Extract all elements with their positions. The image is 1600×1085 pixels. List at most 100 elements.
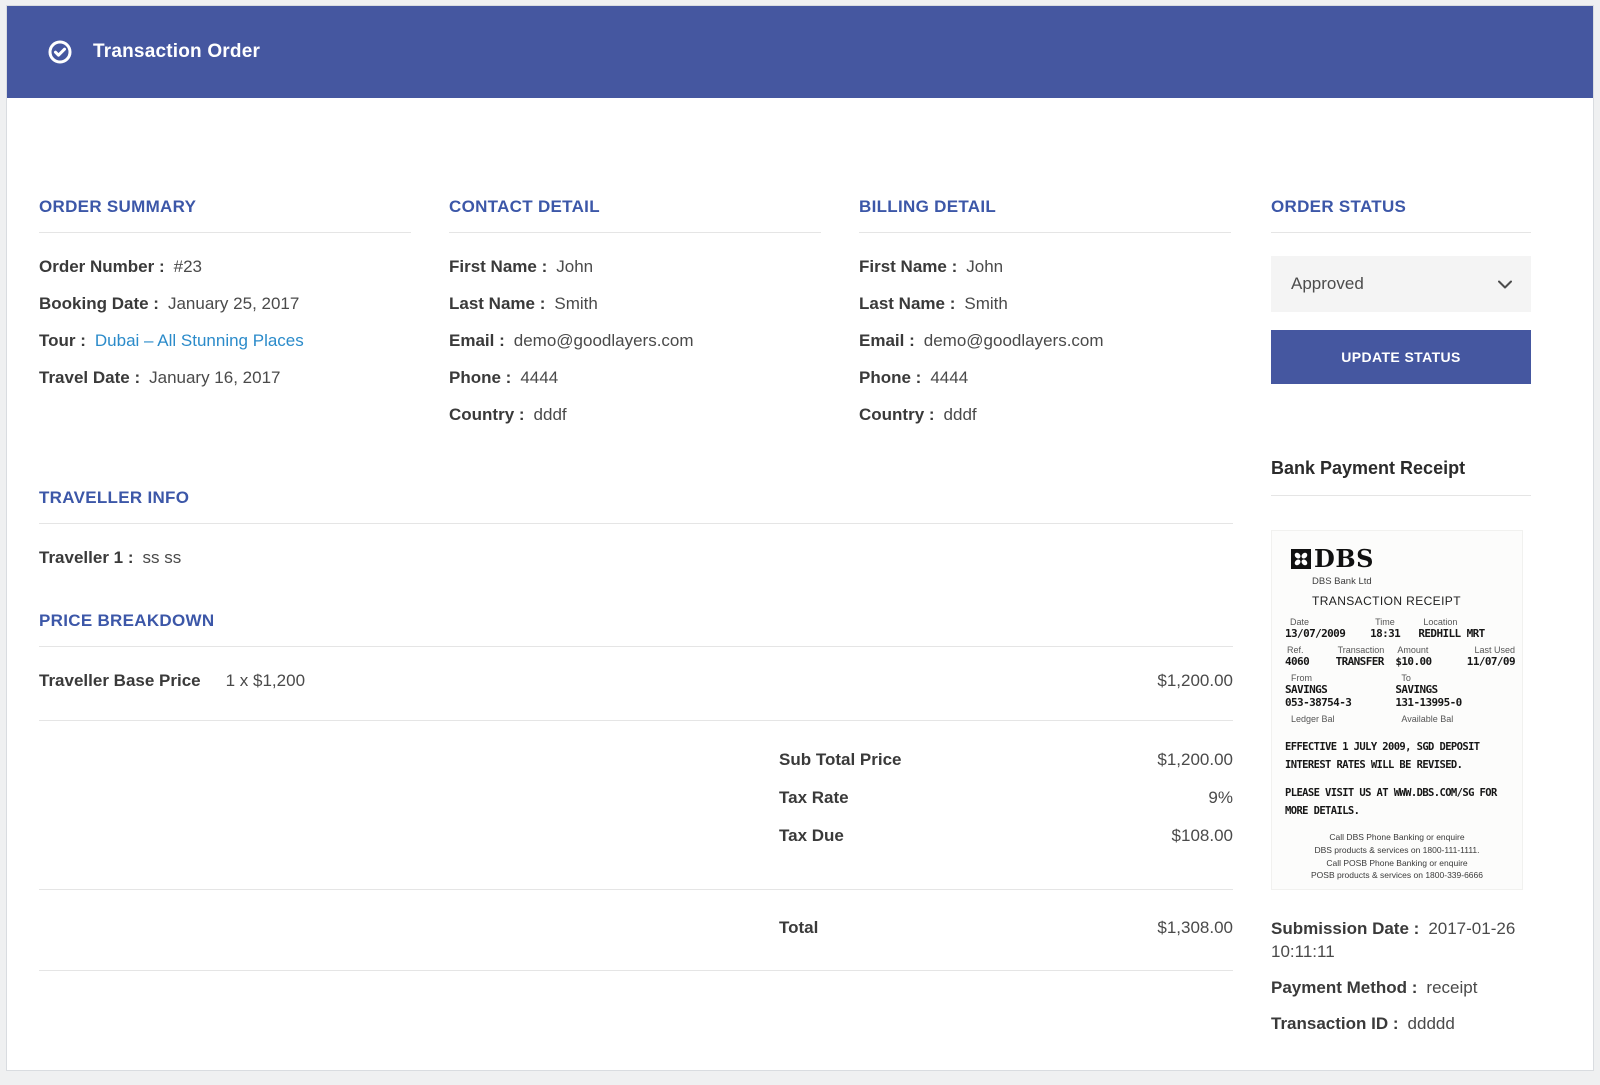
receipt-bank-name: DBS Bank Ltd — [1312, 576, 1523, 587]
last-name-row: Last Name : Smith — [859, 293, 1231, 314]
receipt-notice-1: EFFECTIVE 1 JULY 2009, SGD DEPOSIT INTER… — [1285, 737, 1509, 773]
subtotal-row: Sub Total Price $1,200.00 — [39, 750, 1233, 770]
field-value: 4444 — [520, 368, 558, 387]
receipt-from-to-labels: From To — [1271, 673, 1523, 683]
field-value: 4444 — [930, 368, 968, 387]
line-item-label: Traveller Base Price — [39, 671, 201, 690]
receipt-account-names: SAVINGS SAVINGS — [1271, 683, 1523, 696]
transaction-order-card: Transaction Order ORDER SUMMARY Order Nu… — [6, 5, 1594, 1071]
total-label: Total — [779, 918, 818, 938]
field-value: January 25, 2017 — [168, 294, 299, 313]
field-label: Traveller 1 : — [39, 548, 134, 567]
field-value: #23 — [174, 257, 202, 276]
order-status-section: ORDER STATUS Approved UPDATE STATUS — [1271, 197, 1531, 384]
tour-row: Tour : Dubai – All Stunning Places — [39, 330, 411, 351]
field-value: John — [966, 257, 1003, 276]
receipt-footer: Call DBS Phone Banking or enquire DBS pr… — [1271, 831, 1523, 882]
field-label: Transaction ID : — [1271, 1014, 1399, 1033]
field-label: Phone : — [449, 368, 511, 387]
price-line-item: Traveller Base Price 1 x $1,200 $1,200.00 — [39, 647, 1233, 721]
bank-payment-receipt-section: Bank Payment Receipt — [1271, 458, 1531, 1035]
page-header: Transaction Order — [7, 6, 1593, 98]
field-value: January 16, 2017 — [149, 368, 280, 387]
email-row: Email : demo@goodlayers.com — [859, 330, 1231, 351]
billing-detail-section: BILLING DETAIL First Name : John Last Nam… — [859, 197, 1231, 441]
order-number-row: Order Number : #23 — [39, 256, 411, 277]
tax-due-row: Tax Due $108.00 — [39, 826, 1233, 846]
contact-detail-section: CONTACT DETAIL First Name :John Last Nam… — [449, 197, 821, 441]
summary-value: 9% — [1208, 788, 1233, 808]
country-row: Country :dddf — [859, 404, 1231, 425]
field-value: ss ss — [143, 548, 182, 567]
payment-details: Submission Date :2017-01-26 10:11:11 Pay… — [1271, 917, 1531, 1035]
tax-rate-row: Tax Rate 9% — [39, 788, 1233, 808]
booking-date-row: Booking Date : January 25, 2017 — [39, 293, 411, 314]
bank-payment-receipt-heading: Bank Payment Receipt — [1271, 458, 1531, 496]
receipt-row2-values: 4060 TRANSFER $10.00 11/07/09 — [1271, 655, 1523, 668]
receipt-row2-labels: Ref. Transaction Amount Last Used — [1271, 645, 1523, 655]
line-item-detail: 1 x $1,200 — [226, 671, 305, 690]
traveller-row: Traveller 1 : ss ss — [39, 547, 1233, 568]
phone-row: Phone :4444 — [859, 367, 1231, 388]
total-row: Total $1,308.00 — [39, 890, 1233, 971]
price-summary: Sub Total Price $1,200.00 Tax Rate 9% Ta… — [39, 721, 1233, 890]
tour-link[interactable]: Dubai – All Stunning Places — [95, 331, 304, 350]
phone-row: Phone : 4444 — [449, 367, 821, 388]
field-value: demo@goodlayers.com — [514, 331, 694, 350]
billing-detail-heading: BILLING DETAIL — [859, 197, 1231, 233]
field-label: Country : — [859, 405, 935, 424]
order-status-heading: ORDER STATUS — [1271, 197, 1531, 233]
dbs-flower-logo-icon — [1291, 549, 1311, 569]
line-item-description: Traveller Base Price 1 x $1,200 — [39, 671, 305, 691]
field-value: Smith — [964, 294, 1007, 313]
receipt-balance-labels: Ledger Bal Available Bal — [1271, 714, 1523, 724]
traveller-info-heading: TRAVELLER INFO — [39, 488, 1233, 524]
field-value: John — [556, 257, 593, 276]
order-summary-heading: ORDER SUMMARY — [39, 197, 411, 233]
field-label: Last Name : — [859, 294, 955, 313]
field-label: Order Number : — [39, 257, 165, 276]
check-circle-icon — [48, 40, 72, 64]
field-value: ddddd — [1408, 1014, 1455, 1033]
order-status-select[interactable]: Approved — [1271, 256, 1531, 312]
field-label: Travel Date : — [39, 368, 140, 387]
sidebar: ORDER STATUS Approved UPDATE STATUS Bank… — [1271, 197, 1531, 1048]
transaction-id-row: Transaction ID : ddddd — [1271, 1012, 1531, 1035]
price-breakdown-section: PRICE BREAKDOWN Traveller Base Price1 x … — [39, 611, 1233, 971]
summary-label: Tax Rate — [779, 788, 849, 808]
email-row: Email : demo@goodlayers.com — [449, 330, 821, 351]
order-status-selected-value: Approved — [1291, 274, 1364, 294]
receipt-title: TRANSACTION RECEIPT — [1312, 594, 1523, 608]
total-value: $1,308.00 — [1157, 918, 1233, 938]
field-label: Payment Method : — [1271, 978, 1417, 997]
field-label: Last Name : — [449, 294, 545, 313]
payment-method-row: Payment Method : receipt — [1271, 976, 1531, 999]
first-name-row: First Name : John — [449, 256, 821, 277]
summary-value: $108.00 — [1172, 826, 1233, 846]
order-summary-section: ORDER SUMMARY Order Number : #23 Booking … — [39, 197, 411, 441]
field-label: First Name : — [449, 257, 547, 276]
receipt-row1-labels: Date Time Location — [1271, 617, 1523, 627]
receipt-account-numbers: 053-38754-3 131-13995-0 — [1271, 696, 1523, 709]
dbs-logo: DBS — [1291, 544, 1523, 573]
last-name-row: Last Name : Smith — [449, 293, 821, 314]
field-value: demo@goodlayers.com — [924, 331, 1104, 350]
field-value: receipt — [1426, 978, 1477, 997]
summary-label: Sub Total Price — [779, 750, 902, 770]
main-panel: ORDER SUMMARY Order Number : #23 Booking … — [39, 197, 1233, 1048]
chevron-down-icon — [1498, 280, 1512, 289]
field-label: Booking Date : — [39, 294, 159, 313]
field-label: Submission Date : — [1271, 919, 1419, 938]
field-label: Email : — [859, 331, 915, 350]
field-value: dddf — [534, 405, 567, 424]
update-status-button[interactable]: UPDATE STATUS — [1271, 330, 1531, 384]
field-value: Smith — [554, 294, 597, 313]
field-label: First Name : — [859, 257, 957, 276]
receipt-image: DBS DBS Bank Ltd TRANSACTION RECEIPT Dat… — [1271, 530, 1523, 890]
field-label: Email : — [449, 331, 505, 350]
field-label: Tour : — [39, 331, 86, 350]
field-label: Country : — [449, 405, 525, 424]
line-item-amount: $1,200.00 — [1157, 671, 1233, 691]
page-title: Transaction Order — [93, 41, 260, 63]
content: ORDER SUMMARY Order Number : #23 Booking … — [7, 98, 1593, 1048]
